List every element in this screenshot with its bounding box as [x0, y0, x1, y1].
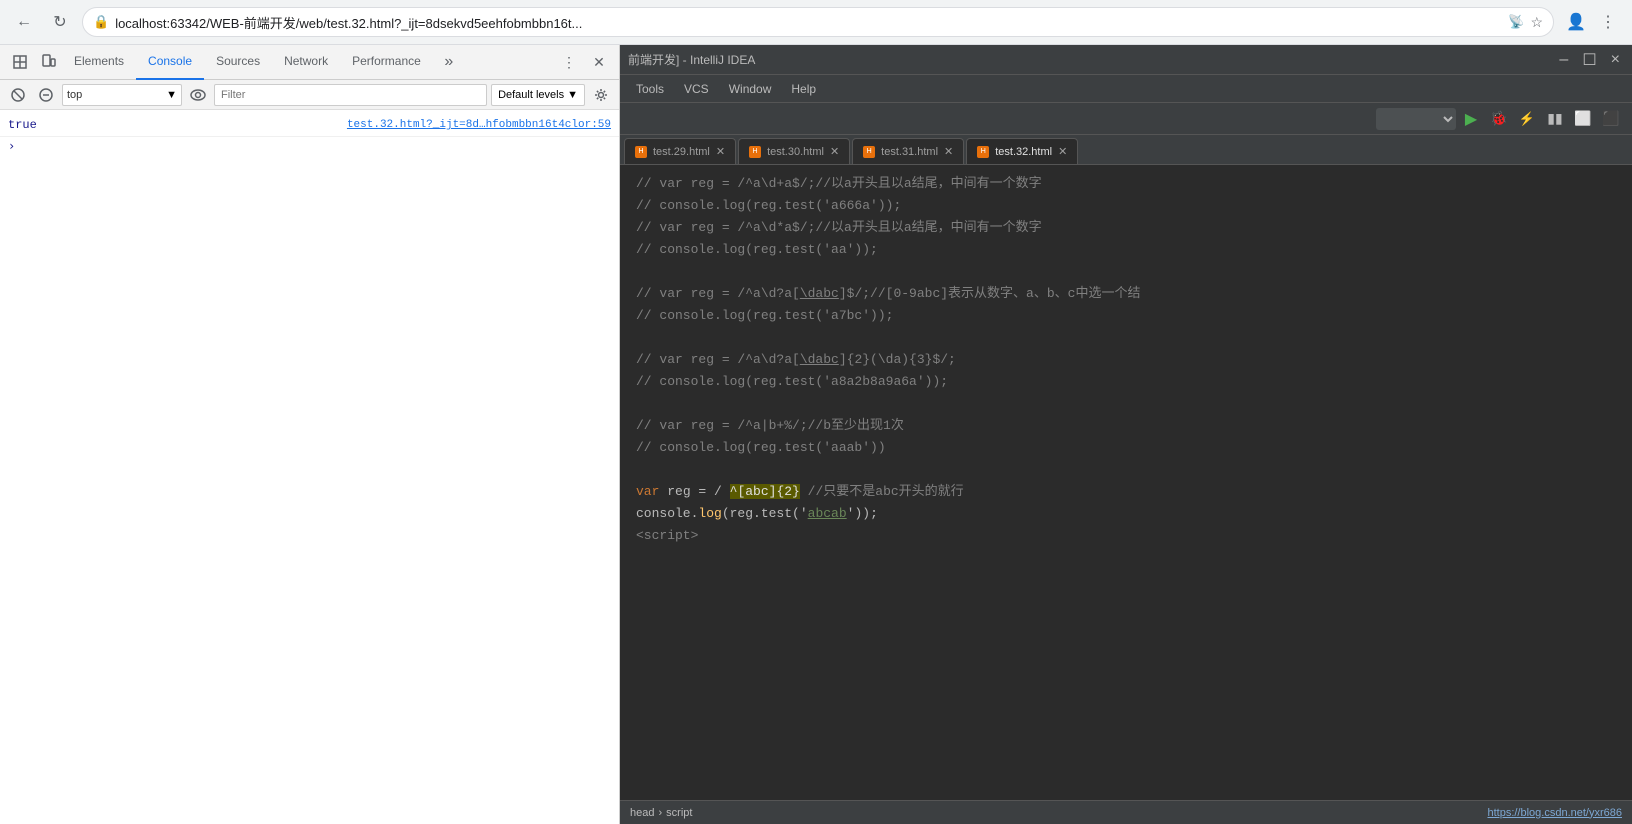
run-config-dropdown[interactable] [1376, 108, 1456, 130]
clear-console-button[interactable] [6, 83, 30, 107]
bookmark-icon[interactable]: ☆ [1530, 14, 1543, 31]
ide-title: 前端开发] - IntelliJ IDEA [628, 51, 755, 68]
tab-test32[interactable]: H test.32.html ✕ [966, 138, 1078, 164]
menu-vcs[interactable]: VCS [676, 80, 717, 98]
tab-test29[interactable]: H test.29.html ✕ [624, 138, 736, 164]
code-line-8: // console.log(reg.test('a8a2b8a9a6a')); [636, 371, 1616, 393]
tab-test31[interactable]: H test.31.html ✕ [852, 138, 964, 164]
device-icon[interactable] [34, 48, 62, 76]
console-value: true [8, 116, 347, 134]
devtools-settings-dots[interactable]: ⋮ [555, 48, 583, 76]
chevron-down-icon: ▼ [567, 89, 578, 101]
code-line-5: // var reg = /^a\d?a[\dabc]$/;//[0-9abc]… [636, 283, 1616, 305]
tab-network[interactable]: Network [272, 45, 340, 80]
console-expand-arrow[interactable]: › [0, 137, 619, 155]
html-file-icon-2: H [749, 146, 761, 158]
maximize-button[interactable]: ☐ [1578, 50, 1600, 70]
code-line-2: // console.log(reg.test('a666a')); [636, 195, 1616, 217]
html-file-icon-3: H [863, 146, 875, 158]
eye-icon[interactable] [186, 83, 210, 107]
address-text: localhost:63342/WEB-前端开发/web/test.32.htm… [115, 13, 1502, 32]
menu-tools[interactable]: Tools [628, 80, 672, 98]
code-line-empty-1 [636, 261, 1616, 283]
address-bar[interactable]: 🔒 localhost:63342/WEB-前端开发/web/test.32.h… [82, 7, 1554, 37]
ide-menubar: Tools VCS Window Help [620, 75, 1632, 103]
debug-button[interactable]: 🐞 [1486, 106, 1512, 132]
code-line-4: // console.log(reg.test('aa')); [636, 239, 1616, 261]
code-line-empty-3 [636, 393, 1616, 415]
lock-icon: 🔒 [93, 14, 109, 30]
code-line-12: console.log(reg.test('abcab')); [636, 503, 1616, 525]
status-breadcrumb: head › script [630, 807, 692, 819]
tab-performance[interactable]: Performance [340, 45, 433, 80]
tab-close-icon-2[interactable]: ✕ [830, 145, 839, 158]
more-actions-button[interactable]: ▮▮ [1542, 106, 1568, 132]
menu-button[interactable]: ⋮ [1594, 8, 1622, 36]
toolbar-action-1[interactable]: ⬜ [1570, 106, 1596, 132]
account-button[interactable]: 👤 [1562, 8, 1590, 36]
cast-icon: 📡 [1508, 14, 1524, 30]
breadcrumb-script: script [666, 807, 692, 819]
code-line-6: // console.log(reg.test('a7bc')); [636, 305, 1616, 327]
status-link[interactable]: https://blog.csdn.net/yxr686 [1487, 807, 1622, 819]
forward-button[interactable]: ↻ [46, 8, 74, 36]
code-line-13: <script> [636, 525, 1616, 547]
devtools-close-button[interactable]: ✕ [585, 48, 613, 76]
inspect-icon[interactable] [6, 48, 34, 76]
html-file-icon: H [635, 146, 647, 158]
breadcrumb-head: head [630, 807, 654, 819]
devtools-panel: Elements Console Sources Network Perform… [0, 45, 620, 824]
context-selector[interactable]: top ▼ [62, 84, 182, 106]
ide-tabs: H test.29.html ✕ H test.30.html ✕ H test… [620, 135, 1632, 165]
console-output-line: true test.32.html?_ijt=8d…hfobmbbn16t4cl… [0, 114, 619, 137]
code-line-empty-2 [636, 327, 1616, 349]
coverage-button[interactable]: ⚡ [1514, 106, 1540, 132]
ide-statusbar: head › script https://blog.csdn.net/yxr6… [620, 800, 1632, 824]
menu-help[interactable]: Help [783, 80, 824, 98]
code-line-3: // var reg = /^a\d*a$/;//以a开头且以a结尾，中间有一个… [636, 217, 1616, 239]
tab-test30[interactable]: H test.30.html ✕ [738, 138, 850, 164]
tab-sources[interactable]: Sources [204, 45, 272, 80]
ide-header: 前端开发] - IntelliJ IDEA – ☐ × [620, 45, 1632, 75]
toolbar-action-2[interactable]: ⬛ [1598, 106, 1624, 132]
run-button[interactable]: ▶ [1458, 106, 1484, 132]
preserve-log-button[interactable] [34, 83, 58, 107]
code-line-9: // var reg = /^a|b+%/;//b至少出现1次 [636, 415, 1616, 437]
chevron-down-icon: ▼ [166, 89, 177, 101]
browser-chrome: ← ↻ 🔒 localhost:63342/WEB-前端开发/web/test.… [0, 0, 1632, 45]
minimize-button[interactable]: – [1555, 51, 1572, 69]
ide-panel: 前端开发] - IntelliJ IDEA – ☐ × Tools VCS Wi… [620, 45, 1632, 824]
browser-actions: 👤 ⋮ [1562, 8, 1622, 36]
console-toolbar: top ▼ Default levels ▼ [0, 80, 619, 110]
console-source-link[interactable]: test.32.html?_ijt=8d…hfobmbbn16t4clor:59 [347, 116, 611, 134]
code-line-1: // var reg = /^a\d+a$/;//以a开头且以a结尾，中间有一个… [636, 173, 1616, 195]
ide-toolbar: ▶ 🐞 ⚡ ▮▮ ⬜ ⬛ [620, 103, 1632, 135]
context-text: top [67, 89, 162, 101]
menu-window[interactable]: Window [721, 80, 780, 98]
ide-code-area: // var reg = /^a\d+a$/;//以a开头且以a结尾，中间有一个… [620, 165, 1632, 800]
back-button[interactable]: ← [10, 8, 38, 36]
devtools-tabs: Elements Console Sources Network Perform… [0, 45, 619, 80]
filter-input[interactable] [214, 84, 487, 106]
ide-window-controls: – ☐ × [1555, 50, 1624, 70]
tab-close-icon-4[interactable]: ✕ [1058, 145, 1067, 158]
tab-close-icon-3[interactable]: ✕ [944, 145, 953, 158]
main-content: Elements Console Sources Network Perform… [0, 45, 1632, 824]
tab-console[interactable]: Console [136, 45, 204, 80]
code-line-empty-4 [636, 459, 1616, 481]
more-tabs-icon[interactable]: » [435, 48, 463, 76]
tab-close-icon[interactable]: ✕ [716, 145, 725, 158]
html-file-icon-4: H [977, 146, 989, 158]
code-line-11: var reg = / ^[abc]{2} //只要不是abc开头的就行 [636, 481, 1616, 503]
devtools-actions: ⋮ ✕ [555, 48, 613, 76]
close-button[interactable]: × [1607, 51, 1624, 69]
default-levels-button[interactable]: Default levels ▼ [491, 84, 585, 106]
breadcrumb-separator: › [658, 807, 662, 819]
console-output: true test.32.html?_ijt=8d…hfobmbbn16t4cl… [0, 110, 619, 824]
code-line-7: // var reg = /^a\d?a[\dabc]{2}(\da){3}$/… [636, 349, 1616, 371]
tab-elements[interactable]: Elements [62, 45, 136, 80]
console-settings-icon[interactable] [589, 83, 613, 107]
code-line-10: // console.log(reg.test('aaab')) [636, 437, 1616, 459]
